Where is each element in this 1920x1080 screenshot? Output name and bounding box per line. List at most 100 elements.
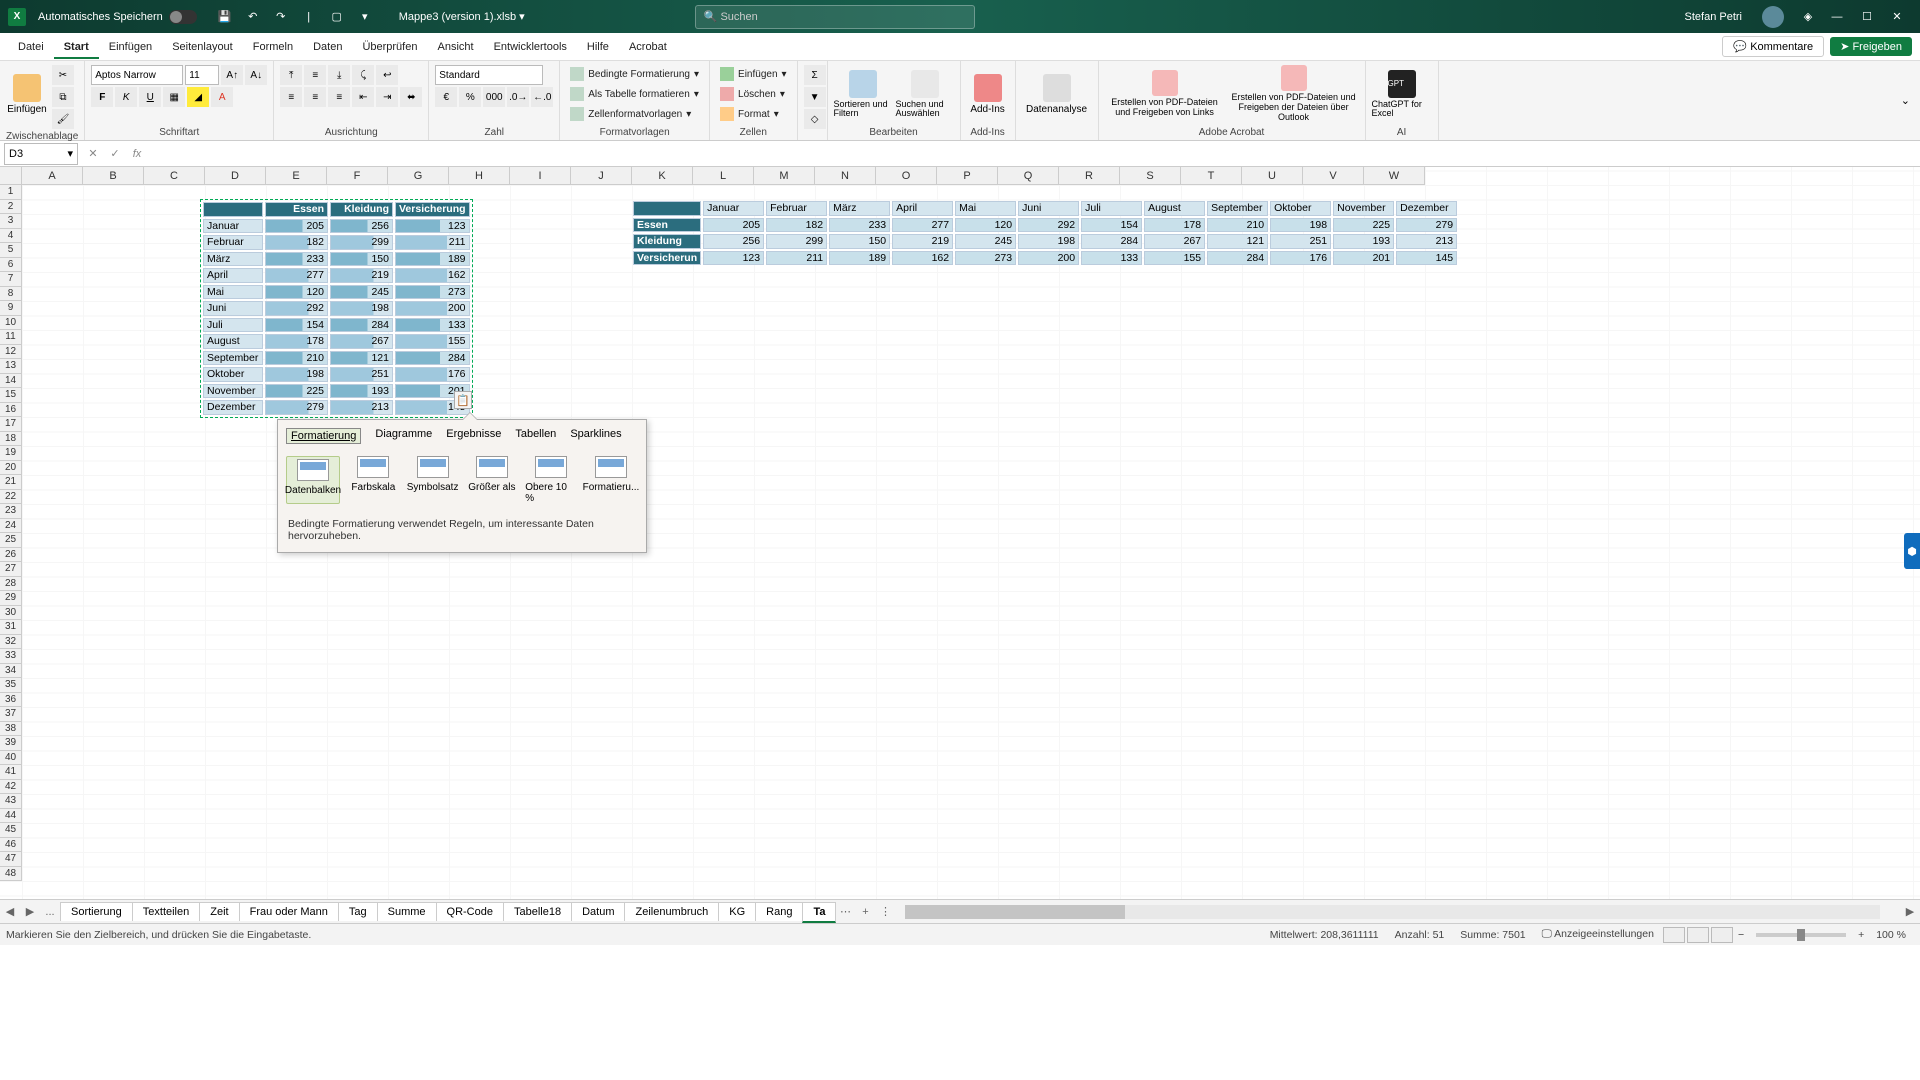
col-header[interactable]: J <box>571 167 632 185</box>
align-bot-icon[interactable]: ⤓ <box>328 65 350 85</box>
cell-styles-button[interactable]: Zellenformatvorlagen ▾ <box>566 105 703 123</box>
col-header[interactable]: A <box>22 167 83 185</box>
copy-icon[interactable]: ⧉ <box>52 87 74 107</box>
row-header[interactable]: 27 <box>0 562 22 577</box>
row-header[interactable]: 24 <box>0 519 22 534</box>
format-cells-button[interactable]: Format ▾ <box>716 105 791 123</box>
shrink-font-icon[interactable]: A↓ <box>245 65 267 85</box>
row-header[interactable]: 4 <box>0 229 22 244</box>
sheet-tab-textteilen[interactable]: Textteilen <box>132 902 200 921</box>
row-header[interactable]: 45 <box>0 823 22 838</box>
search-box[interactable]: 🔍 Suchen <box>695 5 975 29</box>
font-name-select[interactable] <box>91 65 183 85</box>
grow-font-icon[interactable]: A↑ <box>221 65 243 85</box>
col-header[interactable]: L <box>693 167 754 185</box>
row-header[interactable]: 1 <box>0 185 22 200</box>
qa-item-5[interactable]: Formatieru... <box>584 456 638 504</box>
row-header[interactable]: 9 <box>0 301 22 316</box>
dec-decimal-icon[interactable]: ←.0 <box>531 87 553 107</box>
qa-tab-formatierung[interactable]: Formatierung <box>286 428 361 444</box>
collapse-ribbon-icon[interactable]: ⌄ <box>1901 94 1910 107</box>
align-mid-icon[interactable]: ≡ <box>304 65 326 85</box>
format-as-table-button[interactable]: Als Tabelle formatieren ▾ <box>566 85 703 103</box>
menu-tab-datei[interactable]: Datei <box>8 37 54 57</box>
italic-icon[interactable]: K <box>115 87 137 107</box>
zoom-slider[interactable] <box>1756 933 1846 937</box>
zoom-in-icon[interactable]: + <box>1858 929 1864 941</box>
menu-tab-hilfe[interactable]: Hilfe <box>577 37 619 57</box>
qa-item-2[interactable]: Symbolsatz <box>407 456 459 504</box>
col-header[interactable]: T <box>1181 167 1242 185</box>
align-top-icon[interactable]: ⤒ <box>280 65 302 85</box>
cancel-fx-icon[interactable]: ✕ <box>82 147 104 160</box>
sheet-tab-tag[interactable]: Tag <box>338 902 378 921</box>
row-header[interactable]: 48 <box>0 867 22 882</box>
row-header[interactable]: 5 <box>0 243 22 258</box>
filename[interactable]: Mappe3 (version 1).xlsb ▾ <box>399 10 525 23</box>
percent-icon[interactable]: % <box>459 87 481 107</box>
row-header[interactable]: 37 <box>0 707 22 722</box>
formula-input[interactable] <box>148 143 1920 165</box>
pdf-link-button[interactable]: Erstellen von PDF-Dateien und Freigeben … <box>1105 65 1225 123</box>
col-header[interactable]: B <box>83 167 144 185</box>
row-header[interactable]: 18 <box>0 432 22 447</box>
maximize-icon[interactable]: ☐ <box>1852 5 1882 29</box>
menu-tab-seitenlayout[interactable]: Seitenlayout <box>162 37 243 57</box>
sheet-overflow-icon[interactable]: ⋯ <box>835 905 855 918</box>
sheet-tab-rang[interactable]: Rang <box>755 902 803 921</box>
row-header[interactable]: 28 <box>0 577 22 592</box>
row-header[interactable]: 23 <box>0 504 22 519</box>
col-header[interactable]: C <box>144 167 205 185</box>
sheet-tab-sortierung[interactable]: Sortierung <box>60 902 133 921</box>
row-header[interactable]: 11 <box>0 330 22 345</box>
col-header[interactable]: I <box>510 167 571 185</box>
row-header[interactable]: 13 <box>0 359 22 374</box>
menu-tab-formeln[interactable]: Formeln <box>243 37 303 57</box>
sheet-nav-prev-icon[interactable]: ◀ <box>0 905 20 918</box>
row-header[interactable]: 15 <box>0 388 22 403</box>
row-header[interactable]: 29 <box>0 591 22 606</box>
row-header[interactable]: 8 <box>0 287 22 302</box>
sheet-add-icon[interactable]: + <box>855 906 875 918</box>
menu-tab-entwicklertools[interactable]: Entwicklertools <box>484 37 577 57</box>
col-header[interactable]: M <box>754 167 815 185</box>
bold-icon[interactable]: F <box>91 87 113 107</box>
autosave-toggle[interactable] <box>169 10 197 24</box>
conditional-format-button[interactable]: Bedingte Formatierung ▾ <box>566 65 703 83</box>
zoom-out-icon[interactable]: − <box>1738 929 1744 941</box>
col-header[interactable]: K <box>632 167 693 185</box>
accept-fx-icon[interactable]: ✓ <box>104 147 126 160</box>
row-header[interactable]: 20 <box>0 461 22 476</box>
redo-icon[interactable]: ↷ <box>270 6 292 28</box>
menu-tab-einfügen[interactable]: Einfügen <box>99 37 162 57</box>
comma-icon[interactable]: 000 <box>483 87 505 107</box>
addins-button[interactable]: Add-Ins <box>967 65 1009 123</box>
sheet-tab-summe[interactable]: Summe <box>377 902 437 921</box>
qa-tab-diagramme[interactable]: Diagramme <box>375 428 432 444</box>
close-icon[interactable]: ✕ <box>1882 5 1912 29</box>
qa-tab-tabellen[interactable]: Tabellen <box>515 428 556 444</box>
scroll-right-icon[interactable]: ▶ <box>1900 905 1920 918</box>
view-page-icon[interactable] <box>1687 927 1709 943</box>
qa-item-0[interactable]: Datenbalken <box>286 456 340 504</box>
qa-item-3[interactable]: Größer als <box>466 456 517 504</box>
save-icon[interactable]: 💾 <box>214 6 236 28</box>
row-header[interactable]: 34 <box>0 664 22 679</box>
paste-options-icon[interactable]: 📋 <box>454 391 472 409</box>
col-header[interactable]: N <box>815 167 876 185</box>
row-header[interactable]: 22 <box>0 490 22 505</box>
qat-more-icon[interactable]: ▾ <box>354 6 376 28</box>
fx-icon[interactable]: fx <box>126 148 148 160</box>
sort-filter-button[interactable]: Sortieren und Filtern <box>834 65 892 123</box>
sheet-tab-datum[interactable]: Datum <box>571 902 625 921</box>
sheet-tab-qr-code[interactable]: QR-Code <box>436 902 504 921</box>
row-header[interactable]: 41 <box>0 765 22 780</box>
find-select-button[interactable]: Suchen und Auswählen <box>896 65 954 123</box>
qa-item-1[interactable]: Farbskala <box>348 456 399 504</box>
row-header[interactable]: 19 <box>0 446 22 461</box>
col-header[interactable]: U <box>1242 167 1303 185</box>
number-format-select[interactable] <box>435 65 543 85</box>
row-header[interactable]: 6 <box>0 258 22 273</box>
menu-tab-überprüfen[interactable]: Überprüfen <box>352 37 427 57</box>
align-left-icon[interactable]: ≡ <box>280 87 302 107</box>
